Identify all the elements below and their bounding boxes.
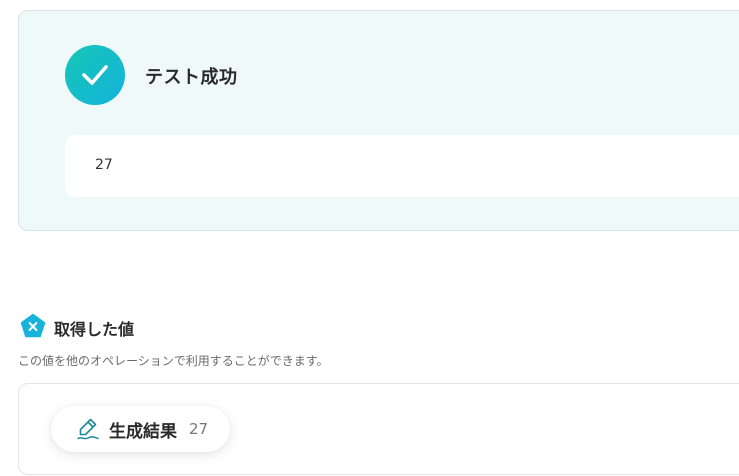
test-success-title: テスト成功	[145, 67, 238, 88]
value-chip-value: 27	[189, 420, 209, 438]
check-icon	[65, 45, 125, 105]
acquired-values-description: この値を他のオペレーションで利用することができます。	[18, 354, 329, 368]
pen-icon	[75, 416, 101, 442]
output-value: 27	[95, 157, 113, 173]
variable-x-icon	[20, 313, 46, 339]
page: テスト成功 27 取得した値 この値を他のオペレーションで利用することができます…	[0, 0, 739, 476]
acquired-values-list: 生成結果 27	[18, 383, 739, 475]
test-result-panel: テスト成功 27	[18, 10, 739, 231]
value-chip-generation-result[interactable]: 生成結果 27	[51, 406, 231, 452]
output-box: 27	[65, 135, 739, 197]
acquired-values-title: 取得した値	[54, 320, 135, 339]
value-chip-label: 生成結果	[109, 421, 177, 442]
